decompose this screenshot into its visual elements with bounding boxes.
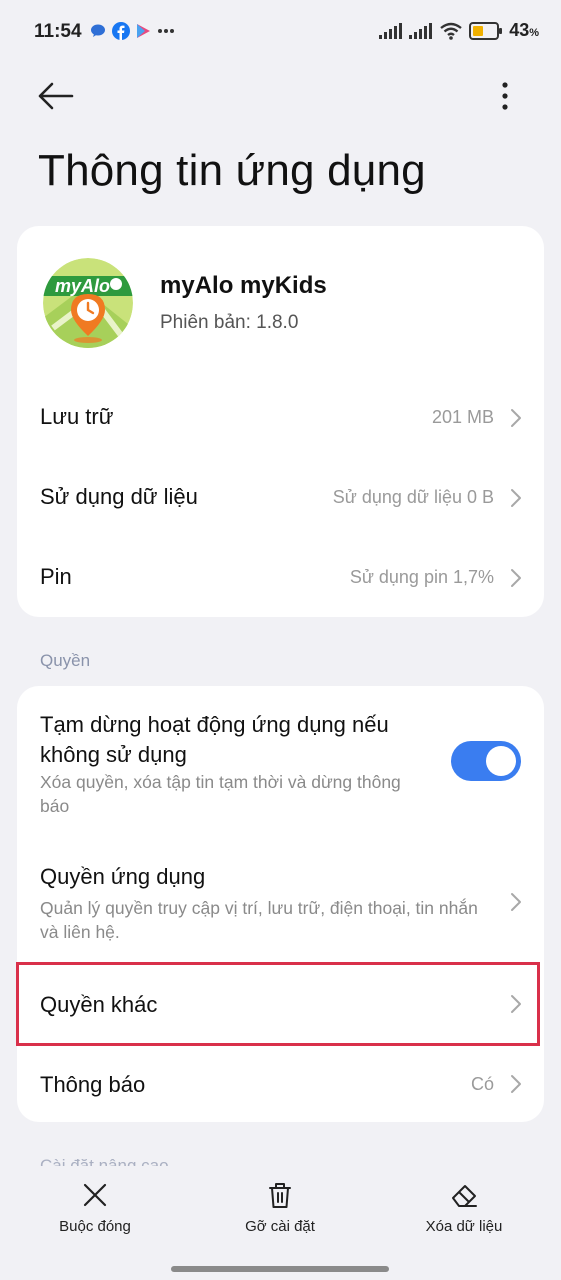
facebook-icon [112, 22, 130, 40]
trash-icon [269, 1183, 291, 1208]
uninstall-button[interactable]: Gỡ cài đặt [200, 1180, 360, 1235]
storage-row[interactable]: Lưu trữ 201 MB [17, 378, 544, 458]
app-version: Phiên bản: 1.8.0 [160, 312, 299, 333]
app-bar [0, 70, 561, 122]
permissions-section-label: Quyền [40, 651, 91, 670]
pause-unused-row[interactable]: Tạm dừng hoạt động ứng dụng nếu không sử… [17, 686, 544, 826]
uninstall-label: Gỡ cài đặt [245, 1218, 315, 1235]
battery-percent: 43% [509, 20, 539, 40]
row-label: Lưu trữ [40, 404, 114, 429]
bottom-action-bar: Buộc đóng Gỡ cài đặt Xóa dữ liệu [0, 1166, 561, 1280]
system-icons: 43% [379, 20, 539, 41]
chevron-right-icon [511, 893, 521, 911]
page-title: Thông tin ứng dụng [38, 146, 426, 195]
row-title: Tạm dừng hoạt động ứng dụng nếu không sử… [40, 712, 389, 767]
close-icon [83, 1183, 107, 1207]
row-value: Sử dụng pin 1,7% [349, 567, 494, 587]
chevron-right-icon [511, 569, 521, 587]
back-button[interactable] [36, 78, 76, 114]
pause-unused-toggle[interactable] [451, 741, 521, 781]
chevron-right-icon [511, 995, 521, 1013]
wifi-icon [440, 22, 462, 40]
app-icon-text: myAlo [55, 276, 110, 296]
row-value: Có [470, 1074, 494, 1094]
app-header: myAlo myAlo myKids Phiên bản: 1.8.0 [17, 226, 544, 356]
clear-data-button[interactable]: Xóa dữ liệu [384, 1180, 544, 1235]
home-indicator[interactable] [171, 1266, 389, 1272]
battery-row[interactable]: Pin Sử dụng pin 1,7% [17, 538, 544, 618]
row-title: Quyền ứng dụng [40, 864, 206, 889]
play-store-icon [137, 24, 150, 38]
advanced-section-label: Cài đặt nâng cao [40, 1156, 169, 1166]
signal-icon [409, 22, 433, 39]
row-description: Quản lý quyền truy cập vị trí, lưu trữ, … [40, 898, 478, 942]
status-time: 11:54 [34, 21, 82, 42]
myalo-app-icon: myAlo [43, 258, 133, 348]
other-permissions-row[interactable]: Quyền khác [17, 964, 544, 1044]
notifications-row[interactable]: Thông báo Có [17, 1044, 544, 1122]
app-info-card: myAlo myAlo myKids Phiên bản: 1.8.0 Lưu … [17, 226, 544, 617]
arrow-left-icon [38, 82, 74, 110]
row-title: Thông báo [40, 1072, 146, 1097]
row-label: Pin [40, 564, 72, 589]
chevron-right-icon [511, 489, 521, 507]
row-label: Sử dụng dữ liệu [40, 484, 198, 509]
toggle-knob [486, 746, 516, 776]
force-stop-label: Buộc đóng [59, 1218, 131, 1235]
chevron-right-icon [511, 409, 521, 427]
chevron-right-icon [511, 1075, 521, 1093]
eraser-icon [452, 1185, 477, 1207]
row-title: Quyền khác [40, 992, 158, 1017]
clear-data-label: Xóa dữ liệu [425, 1218, 503, 1235]
row-description: Xóa quyền, xóa tập tin tạm thời và dừng … [40, 772, 401, 816]
app-name: myAlo myKids [160, 272, 327, 299]
notification-icons [90, 22, 175, 40]
more-vertical-icon [502, 82, 508, 110]
signal-icon [379, 22, 403, 39]
permissions-card: Tạm dừng hoạt động ứng dụng nếu không sử… [17, 686, 544, 1122]
row-value: 201 MB [431, 407, 494, 427]
app-permissions-row[interactable]: Quyền ứng dụng Quản lý quyền truy cập vị… [17, 836, 544, 956]
chat-bubble-icon [91, 24, 105, 37]
more-dots-icon [158, 29, 174, 33]
battery-icon [469, 21, 503, 40]
data-usage-row[interactable]: Sử dụng dữ liệu Sử dụng dữ liệu 0 B [17, 458, 544, 538]
force-stop-button[interactable]: Buộc đóng [15, 1180, 175, 1235]
status-bar: 11:54 43% [0, 0, 561, 66]
more-options-button[interactable] [493, 78, 517, 114]
row-value: Sử dụng dữ liệu 0 B [332, 487, 494, 507]
